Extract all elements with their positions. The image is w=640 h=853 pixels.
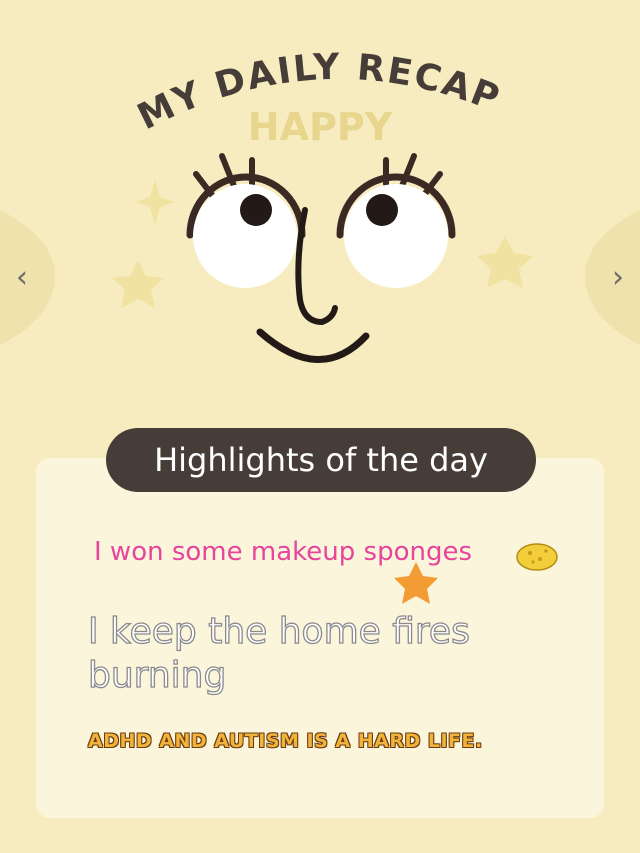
chevron-left-icon: ‹ — [16, 260, 28, 295]
highlight-item: I won some makeup sponges — [94, 537, 473, 567]
smile-mouth — [256, 328, 370, 363]
star-icon — [112, 260, 164, 308]
sparkle-icon — [135, 180, 175, 225]
left-eye — [186, 173, 306, 288]
right-eye — [336, 173, 456, 288]
highlights-heading: Highlights of the day — [106, 428, 536, 492]
star-decorations — [112, 180, 533, 308]
mood-label: HAPPY — [248, 105, 393, 149]
next-page-button[interactable]: › — [588, 238, 640, 318]
highlight-item: ADHD AND AUTISM IS A HARD LIFE. — [88, 730, 483, 752]
chevron-right-icon: › — [612, 260, 624, 295]
star-icon — [477, 236, 533, 288]
highlight-item: I keep the home fires burning — [87, 610, 470, 696]
nose — [295, 207, 338, 326]
prev-page-button[interactable]: ‹ — [0, 238, 52, 318]
